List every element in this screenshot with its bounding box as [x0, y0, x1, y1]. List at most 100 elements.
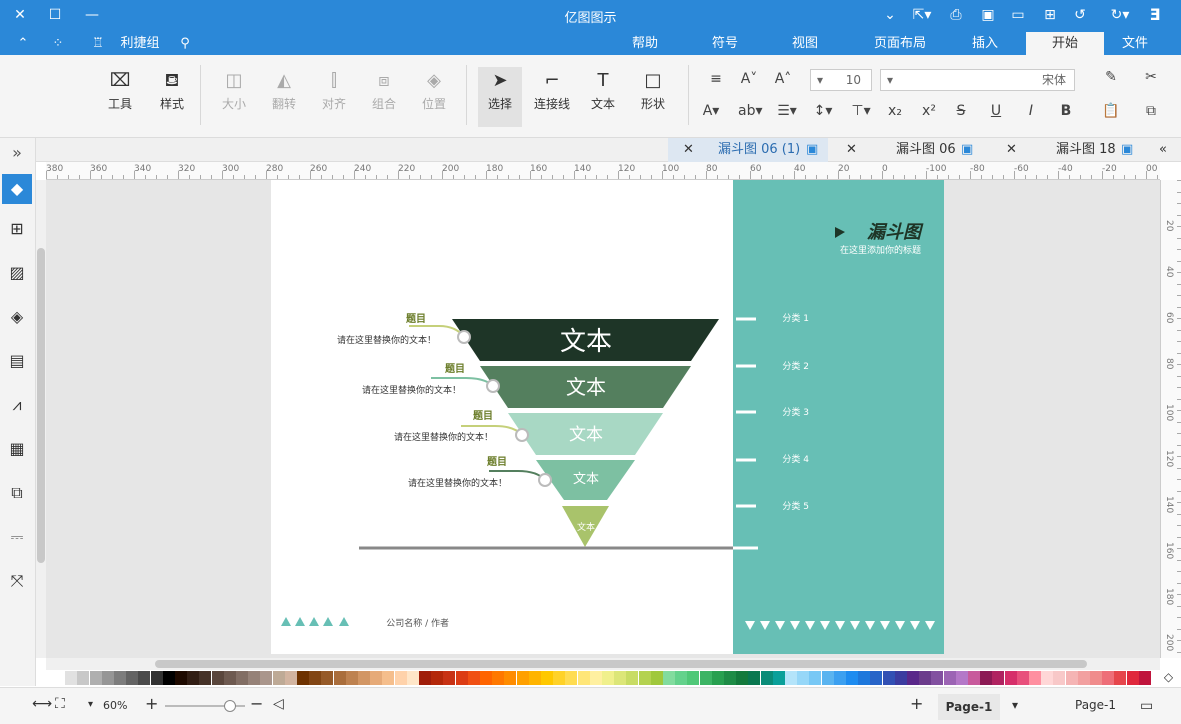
color-swatch[interactable] — [394, 671, 407, 685]
chart-icon[interactable]: ⩘ — [6, 394, 28, 416]
color-swatch[interactable] — [821, 671, 834, 685]
color-swatch[interactable] — [1004, 671, 1017, 685]
color-swatch[interactable] — [199, 671, 212, 685]
color-swatch[interactable] — [297, 671, 309, 685]
callout-1[interactable]: 题目 请在这里替换你的文本！ — [337, 313, 471, 346]
color-swatch[interactable] — [980, 671, 993, 685]
color-swatch[interactable] — [614, 671, 627, 685]
page-dropdown-icon[interactable]: ▾ — [1012, 698, 1018, 712]
group-tool[interactable]: ⧈ 组合 — [366, 67, 402, 112]
color-swatch[interactable] — [492, 671, 505, 685]
apps-icon[interactable]: ⁘ — [45, 32, 71, 55]
color-swatch[interactable] — [138, 671, 151, 685]
color-swatch[interactable] — [687, 671, 700, 685]
color-swatch[interactable] — [1065, 671, 1078, 685]
page-name[interactable]: Page-1 — [1075, 698, 1116, 712]
align-tool[interactable]: ⫿ 对齐 — [316, 67, 352, 112]
share-icon[interactable]: ⚲ — [170, 32, 200, 55]
color-swatch[interactable] — [1090, 671, 1102, 685]
italic-icon[interactable]: I — [1020, 103, 1042, 119]
color-swatch[interactable] — [699, 671, 712, 685]
color-swatch[interactable] — [894, 671, 907, 685]
cut-icon[interactable]: ✂ — [1140, 69, 1162, 85]
color-swatch[interactable] — [406, 671, 419, 685]
superscript-icon[interactable]: x² — [918, 103, 940, 119]
color-swatch[interactable] — [358, 671, 370, 685]
page-view-icon[interactable]: ▭ — [1140, 698, 1153, 714]
color-swatch[interactable] — [907, 671, 919, 685]
expand-icon[interactable]: » — [6, 142, 28, 164]
close-icon[interactable]: ✕ — [1006, 138, 1017, 162]
callout-4[interactable]: 题目 请在这里替换你的文本！ — [408, 456, 552, 489]
grow-font-icon[interactable]: A˄ — [772, 71, 794, 87]
color-swatch[interactable] — [272, 671, 285, 685]
color-swatch[interactable] — [650, 671, 663, 685]
color-swatch[interactable] — [455, 671, 468, 685]
color-swatch[interactable] — [528, 671, 541, 685]
color-swatch[interactable] — [345, 671, 358, 685]
color-swatch[interactable] — [467, 671, 480, 685]
color-swatch[interactable] — [333, 671, 346, 685]
color-swatch[interactable] — [541, 671, 553, 685]
collapse-ribbon-icon[interactable]: ⌃ — [10, 32, 36, 55]
doc-tab[interactable]: ✕ 漏斗图 06 ▣ — [836, 138, 986, 162]
table-icon[interactable]: ▦ — [6, 438, 28, 460]
case-icon[interactable]: ab▾ — [738, 103, 763, 119]
color-swatch[interactable] — [284, 671, 297, 685]
color-swatch[interactable] — [1102, 671, 1115, 685]
callout-2[interactable]: 题目 请在这里替换你的文本！ — [362, 363, 500, 396]
maximize-icon[interactable]: ☐ — [45, 5, 65, 25]
line-spacing-icon[interactable]: ↕▾ — [812, 103, 834, 119]
color-swatch[interactable] — [943, 671, 956, 685]
color-swatch[interactable] — [931, 671, 944, 685]
color-swatch[interactable] — [53, 671, 65, 685]
color-swatch[interactable] — [663, 671, 675, 685]
fill-icon[interactable]: ◆ — [2, 174, 32, 204]
page-tab[interactable]: Page-1 — [938, 694, 1000, 720]
paste-icon[interactable]: 📋 — [1100, 103, 1122, 119]
pen-icon[interactable]: ⎓ — [6, 526, 28, 548]
sitemap-icon[interactable]: ⧉ — [6, 482, 28, 504]
select-tool[interactable]: ➤ 选择 — [478, 67, 522, 127]
strikethrough-icon[interactable]: S — [950, 103, 972, 119]
zoom-out-icon[interactable]: − — [250, 694, 263, 713]
text-tool[interactable]: T 文本 — [585, 67, 621, 112]
bold-icon[interactable]: B — [1055, 103, 1077, 119]
tab-scroll-icon[interactable]: « — [1148, 138, 1178, 162]
color-swatch[interactable] — [1138, 671, 1151, 685]
color-swatch[interactable] — [223, 671, 236, 685]
color-swatch[interactable] — [955, 671, 968, 685]
subscript-icon[interactable]: x₂ — [884, 103, 906, 119]
color-swatch[interactable] — [919, 671, 932, 685]
shuffle-icon[interactable]: ⤧ — [6, 570, 28, 592]
color-swatch[interactable] — [626, 671, 639, 685]
color-swatch[interactable] — [736, 671, 749, 685]
font-name-select[interactable]: 宋体 ▾ — [880, 69, 1075, 91]
color-swatch[interactable] — [968, 671, 980, 685]
color-swatch[interactable] — [382, 671, 395, 685]
color-swatch[interactable] — [992, 671, 1005, 685]
vertical-scroll-thumb[interactable] — [37, 248, 45, 563]
fill-picker-icon[interactable]: ◇ — [1156, 670, 1181, 687]
close-icon[interactable]: ✕ — [846, 138, 857, 162]
minimize-icon[interactable]: — — [82, 5, 102, 25]
color-swatch[interactable] — [150, 671, 163, 685]
color-swatch[interactable] — [1041, 671, 1054, 685]
tab-file[interactable]: 文件 — [1105, 32, 1165, 55]
color-swatch[interactable] — [602, 671, 614, 685]
color-swatch[interactable] — [846, 671, 858, 685]
style-tool[interactable]: ⛾ 样式 — [154, 67, 190, 112]
color-swatch[interactable] — [760, 671, 773, 685]
fullscreen-icon[interactable]: ⛶ — [55, 696, 65, 712]
zoom-dropdown-icon[interactable]: ▾ — [88, 699, 93, 710]
color-swatch[interactable] — [175, 671, 187, 685]
color-swatch[interactable] — [370, 671, 383, 685]
color-swatch[interactable] — [772, 671, 785, 685]
color-swatch[interactable] — [577, 671, 590, 685]
doc-tab-active[interactable]: ✕ 漏斗图 06 (1) ▣ — [668, 138, 828, 162]
shape-tool[interactable]: □ 形状 — [635, 67, 671, 112]
font-size-select[interactable]: 10 ▾ — [810, 69, 872, 91]
color-swatch[interactable] — [833, 671, 846, 685]
tab-view[interactable]: 视图 — [775, 32, 835, 55]
close-icon[interactable]: ✕ — [683, 138, 694, 162]
